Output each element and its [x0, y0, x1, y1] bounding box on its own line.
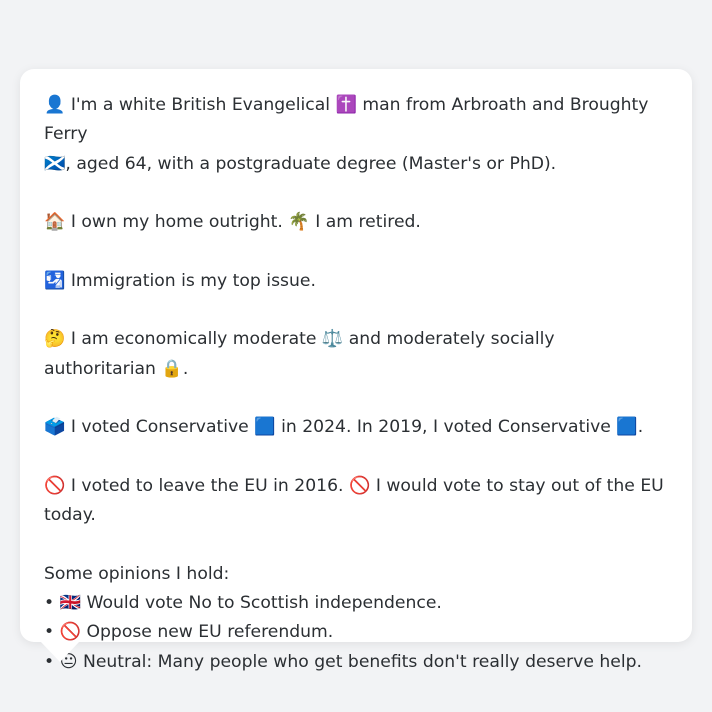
identity-line-2: 🏴󠁧󠁢󠁳󠁣󠁴󠁿, aged 64, with a postgraduate de…	[44, 153, 557, 174]
voting-history: 🗳️ I voted Conservative 🟦 in 2024. In 20…	[44, 417, 644, 438]
eu-statement-line-1: 🚫 I voted to leave the EU in 2016. 🚫 I w…	[44, 475, 664, 496]
bubble-tail	[40, 641, 80, 662]
ideology-statement: 🤔 I am economically moderate ⚖️ and mode…	[44, 329, 555, 379]
opinion-item-benefits: • 😐 Neutral: Many people who get benefit…	[44, 651, 642, 672]
opinions-heading: Some opinions I hold:	[44, 563, 230, 584]
eu-statement-line-2: today.	[44, 505, 96, 526]
opinion-item-eu-referendum: • 🚫 Oppose new EU referendum.	[44, 622, 334, 643]
top-issue-statement: 🛂 Immigration is my top issue.	[44, 270, 316, 291]
opinion-item-independence: • 🇬🇧 Would vote No to Scottish independe…	[44, 593, 442, 614]
housing-statement: 🏠 I own my home outright. 🌴 I am retired…	[44, 212, 421, 233]
identity-line-1: 👤 I'm a white British Evangelical ✝️ man…	[44, 95, 649, 145]
profile-message-bubble: 👤 I'm a white British Evangelical ✝️ man…	[20, 69, 692, 672]
